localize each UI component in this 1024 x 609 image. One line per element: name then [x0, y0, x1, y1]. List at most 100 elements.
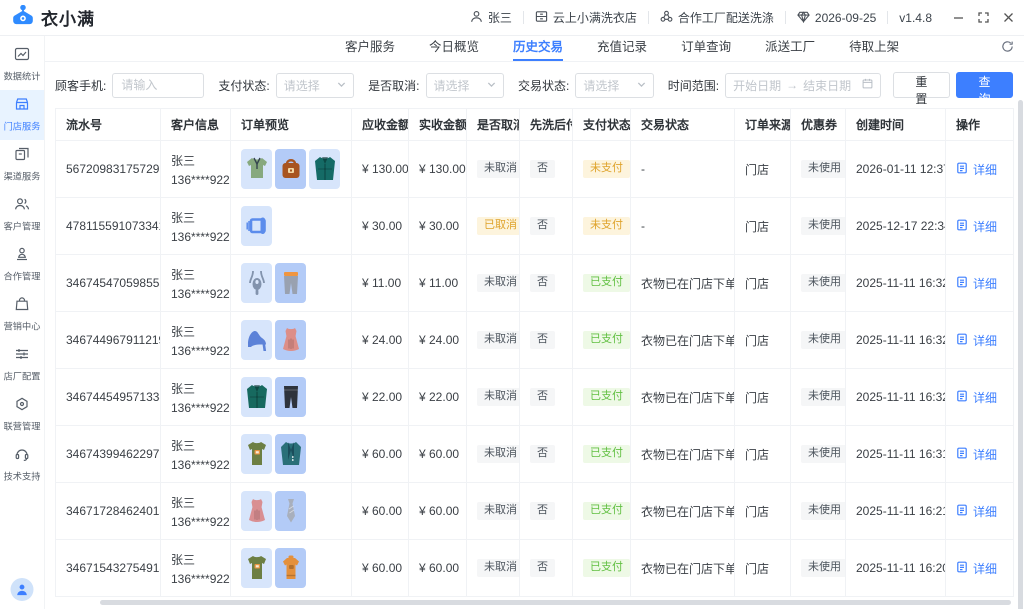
factory-network-icon: [660, 10, 673, 26]
shirt-thumbnail[interactable]: [241, 149, 272, 189]
rug-thumbnail[interactable]: [241, 206, 272, 246]
store-icon: [14, 96, 30, 115]
sidebar-item-factory-config[interactable]: 店厂配置: [0, 340, 44, 390]
coupon-tag: 未使用: [801, 331, 846, 349]
cancel-status-tag: 已取消: [477, 217, 520, 235]
tshirt-thumbnail[interactable]: [241, 548, 272, 588]
column-header-12: 操作: [946, 109, 1014, 141]
query-button[interactable]: 查 询: [956, 72, 1013, 98]
coat-thumbnail[interactable]: [241, 377, 272, 417]
tab-recharge-records[interactable]: 充值记录: [597, 36, 647, 61]
cancel-filter-label: 是否取消:: [368, 77, 419, 94]
user-avatar[interactable]: [11, 578, 34, 601]
sidebar-item-tech-support[interactable]: 技术支持: [0, 440, 44, 490]
receivable-amount: ¥ 22.00: [352, 369, 409, 426]
pay-status-tag: 未支付: [583, 160, 630, 178]
pay-status-select[interactable]: 请选择: [276, 73, 354, 98]
detail-link[interactable]: 详细: [956, 161, 997, 178]
app-version: v1.4.8: [888, 11, 943, 25]
chevron-down-icon: [637, 78, 646, 92]
pants2-thumbnail[interactable]: [275, 377, 306, 417]
tshirt-thumbnail[interactable]: [241, 434, 272, 474]
detail-link[interactable]: 详细: [956, 275, 997, 292]
table-row: 56720983175729152张三136****9222¥ 130.00¥ …: [56, 141, 1014, 198]
pants-thumbnail[interactable]: [275, 263, 306, 303]
order-serial: 34674454957133824: [56, 369, 161, 426]
detail-link[interactable]: 详细: [956, 446, 997, 463]
sidebar-item-alliance-mgmt[interactable]: 联营管理: [0, 390, 44, 440]
document-icon: [956, 219, 968, 234]
detail-link[interactable]: 详细: [956, 389, 997, 406]
column-header-1: 客户信息: [161, 109, 231, 141]
document-icon: [956, 276, 968, 291]
order-source: 门店: [735, 369, 791, 426]
sliders-icon: [14, 346, 30, 365]
detail-link[interactable]: 详细: [956, 218, 997, 235]
receivable-amount: ¥ 130.00: [352, 141, 409, 198]
tab-customer-service[interactable]: 客户服务: [345, 36, 395, 61]
column-header-0: 流水号: [56, 109, 161, 141]
sweater-thumbnail[interactable]: [275, 548, 306, 588]
created-time: 2025-11-11 16:32:24: [846, 255, 946, 312]
coupon-tag: 未使用: [801, 274, 846, 292]
document-icon: [956, 447, 968, 462]
necklace-thumbnail[interactable]: [241, 263, 272, 303]
tab-today-overview[interactable]: 今日概览: [429, 36, 479, 61]
tie-thumbnail[interactable]: [275, 491, 306, 531]
dress-thumbnail[interactable]: [275, 320, 306, 360]
reset-button[interactable]: 重 置: [893, 72, 950, 98]
app-logo: 衣小满: [12, 5, 95, 30]
order-serial: 47811559107334144: [56, 198, 161, 255]
table-row: 34674454957133824张三136****9222¥ 22.00¥ 2…: [56, 369, 1014, 426]
table-row: 34674496791121920张三136****9222¥ 24.00¥ 2…: [56, 312, 1014, 369]
sidebar-item-marketing-center[interactable]: 营销中心: [0, 290, 44, 340]
pay-status-tag: 已支付: [583, 388, 630, 406]
phone-input[interactable]: [112, 73, 204, 98]
tab-history-transactions[interactable]: 历史交易: [513, 36, 563, 61]
sidebar-item-customer-mgmt[interactable]: 客户管理: [0, 190, 44, 240]
trade-status-select[interactable]: 请选择: [575, 73, 653, 98]
trade-status: 衣物已在门店下单: [631, 483, 735, 540]
current-store[interactable]: 云上小满洗衣店: [524, 9, 648, 26]
horizontal-scrollbar[interactable]: [100, 600, 1011, 605]
refresh-icon[interactable]: [1001, 40, 1014, 56]
service-mode[interactable]: 合作工厂配送洗涤: [649, 9, 785, 26]
trade-status: 衣物已在门店下单: [631, 540, 735, 597]
column-header-11: 创建时间: [846, 109, 946, 141]
maximize-button[interactable]: [978, 12, 989, 23]
sidebar-item-cooperation-mgmt[interactable]: 合作管理: [0, 240, 44, 290]
current-user[interactable]: 张三: [459, 9, 523, 26]
range-arrow: →: [786, 78, 798, 92]
heel-thumbnail[interactable]: [241, 320, 272, 360]
order-serial: 34671728462401536: [56, 483, 161, 540]
jacket-thumbnail[interactable]: [275, 434, 306, 474]
system-date[interactable]: 2026-09-25: [786, 10, 887, 26]
detail-link[interactable]: 详细: [956, 503, 997, 520]
date-range-picker[interactable]: 开始日期 → 结束日期: [725, 73, 881, 98]
detail-link[interactable]: 详细: [956, 560, 997, 577]
created-time: 2025-11-11 16:32:02: [846, 369, 946, 426]
sidebar-item-data-stats[interactable]: 数据统计: [0, 40, 44, 90]
prewash-tag: 否: [530, 445, 555, 463]
customers-icon: [14, 196, 30, 215]
vertical-scrollbar[interactable]: [1018, 100, 1023, 609]
dress-thumbnail[interactable]: [241, 491, 272, 531]
tab-pickup-shelf[interactable]: 待取上架: [849, 36, 899, 61]
tab-order-query[interactable]: 订单查询: [681, 36, 731, 61]
bag-thumbnail[interactable]: [275, 149, 306, 189]
cancel-select[interactable]: 请选择: [426, 73, 504, 98]
topbar: 衣小满 张三 云上小满洗衣店 合作工厂配送洗涤 2026: [0, 0, 1024, 36]
detail-link[interactable]: 详细: [956, 332, 997, 349]
order-serial: 34674399462297600: [56, 426, 161, 483]
cancel-status-tag: 未取消: [477, 331, 520, 349]
close-button[interactable]: [1003, 12, 1014, 23]
created-time: 2025-12-17 22:34:12: [846, 198, 946, 255]
customer-info: 张三136****9222: [161, 312, 231, 369]
tab-dispatch-factory[interactable]: 派送工厂: [765, 36, 815, 61]
coat-thumbnail[interactable]: [309, 149, 340, 189]
pay-status-tag: 已支付: [583, 502, 630, 520]
sidebar-item-store-service[interactable]: 门店服务: [0, 90, 44, 140]
order-serial: 34674547059855360: [56, 255, 161, 312]
sidebar-item-channel-service[interactable]: 渠道服务: [0, 140, 44, 190]
minimize-button[interactable]: [953, 12, 964, 23]
